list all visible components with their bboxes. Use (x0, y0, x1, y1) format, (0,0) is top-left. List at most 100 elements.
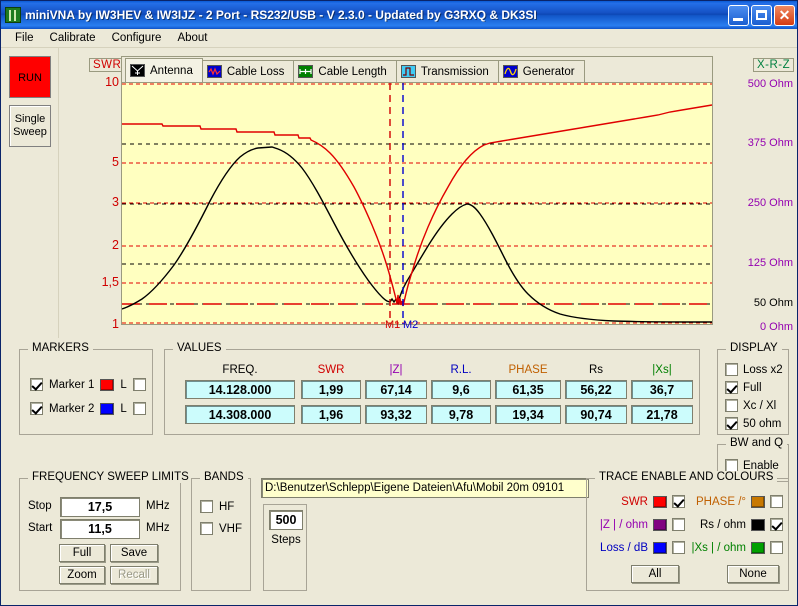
trace-phase-swatch[interactable] (751, 495, 765, 508)
value-freq-2: 14.308.000 (185, 405, 295, 424)
bands-hf-checkbox[interactable] (200, 500, 213, 513)
left-tick-2: 2 (112, 238, 119, 252)
minivna-window: miniVNA by IW3HEV & IW3IJZ - 2 Port - RS… (0, 0, 798, 606)
values-header-rl: R.L. (450, 364, 472, 376)
value-z-2: 93,32 (365, 405, 427, 424)
left-toolbar: RUN Single Sweep (1, 48, 59, 338)
trace-row-loss: Loss / dB (595, 541, 685, 554)
single-sweep-button[interactable]: Single Sweep (9, 105, 51, 147)
right-tick-0: 0 Ohm (759, 321, 793, 333)
values-header-z: |Z| (389, 364, 403, 376)
value-phase-1: 61,35 (495, 380, 561, 399)
trace-swr-checkbox[interactable] (672, 495, 685, 508)
value-freq-1: 14.128.000 (185, 380, 295, 399)
trace-swr-swatch[interactable] (653, 495, 667, 508)
start-input[interactable]: 11,5 (60, 519, 140, 539)
value-rs-2: 90,74 (565, 405, 627, 424)
display-50-ohm-label: 50 ohm (743, 417, 782, 430)
steps-panel: 500 Steps (263, 504, 307, 591)
display-xc-xl-label: Xc / Xl (743, 399, 777, 412)
trace-rs-swatch[interactable] (751, 518, 765, 531)
marker-row-2: Marker 2 L (30, 402, 146, 415)
value-z-1: 67,14 (365, 380, 427, 399)
left-tick-5: 5 (112, 155, 119, 169)
stop-unit: MHz (146, 500, 170, 512)
marker2-label: M2 (403, 319, 419, 331)
left-tick-3: 3 (112, 195, 119, 209)
window-title: miniVNA by IW3HEV & IW3IJZ - 2 Port - RS… (25, 8, 537, 22)
tab-cable-length[interactable]: Cable Length (293, 60, 397, 82)
full-button[interactable]: Full (59, 544, 105, 562)
marker1-label: M1 (385, 319, 401, 331)
trace-rs-checkbox[interactable] (770, 518, 783, 531)
zoom-button[interactable]: Zoom (59, 566, 105, 584)
trace-xs-swatch[interactable] (751, 541, 765, 554)
value-rs-1: 56,22 (565, 380, 627, 399)
left-tick-1-5: 1,5 (101, 275, 119, 289)
file-path-field[interactable]: D:\Benutzer\Schlepp\Eigene Dateien\Afu\M… (261, 478, 589, 498)
trace-row-swr: SWR (595, 495, 685, 508)
trace-all-button[interactable]: All (631, 565, 679, 583)
tab-transmission[interactable]: Transmission (395, 60, 499, 82)
marker1-l-label: L (120, 378, 127, 391)
trace-none-button[interactable]: None (727, 565, 779, 583)
right-tick-50: 50 Ohm (753, 297, 793, 309)
marker2-checkbox[interactable] (30, 402, 43, 415)
sweep-legend: FREQUENCY SWEEP LIMITS (28, 471, 193, 483)
app-icon (5, 7, 21, 23)
marker2-l-checkbox[interactable] (132, 402, 146, 415)
bands-panel: BANDS HF VHF (191, 471, 251, 591)
right-tick-250: 250 Ohm (747, 197, 793, 209)
trace-xs-checkbox[interactable] (770, 541, 783, 554)
marker2-color-swatch[interactable] (100, 402, 115, 415)
menu-item-file[interactable]: File (7, 31, 42, 45)
marker2-l-label: L (120, 402, 127, 415)
menu-item-about[interactable]: About (169, 31, 215, 45)
waveform-icon (206, 65, 222, 78)
display-loss-x2-checkbox[interactable] (725, 363, 738, 376)
trace-row-phase: PHASE /° (687, 495, 783, 508)
save-button[interactable]: Save (110, 544, 158, 562)
values-header-swr: SWR (317, 364, 345, 376)
values-header-rs: Rs (588, 364, 604, 376)
tab-cable-loss[interactable]: Cable Loss (201, 60, 295, 82)
values-header-freq: FREQ. (222, 364, 258, 376)
run-button[interactable]: RUN (9, 56, 51, 98)
display-full-checkbox[interactable] (725, 381, 738, 394)
tab-transmission-label: Transmission (420, 65, 489, 78)
value-xs-1: 36,7 (631, 380, 693, 399)
bands-vhf-checkbox[interactable] (200, 522, 213, 535)
trace-phase-checkbox[interactable] (770, 495, 783, 508)
trace-loss-checkbox[interactable] (672, 541, 685, 554)
pulse-icon (400, 65, 416, 78)
values-header-phase: PHASE (508, 364, 548, 376)
trace-loss-swatch[interactable] (653, 541, 667, 554)
single-sweep-line2: Sweep (13, 126, 47, 138)
value-rl-2: 9,78 (431, 405, 491, 424)
marker1-color-swatch[interactable] (100, 378, 115, 391)
stop-input[interactable]: 17,5 (60, 497, 140, 517)
tab-antenna[interactable]: Antenna (125, 58, 203, 82)
bands-hf-label: HF (219, 500, 235, 513)
tab-cable-loss-label: Cable Loss (226, 65, 285, 78)
marker1-checkbox[interactable] (30, 378, 43, 391)
sweep-plot[interactable] (121, 82, 713, 325)
value-xs-2: 21,78 (631, 405, 693, 424)
tab-cable-length-label: Cable Length (318, 65, 387, 78)
trace-z-checkbox[interactable] (672, 518, 685, 531)
markers-panel: MARKERS Marker 1 L Marker 2 L (19, 342, 153, 435)
steps-input[interactable]: 500 (269, 510, 303, 530)
display-loss-x2-label: Loss x2 (743, 363, 783, 376)
right-tick-125: 125 Ohm (747, 257, 793, 269)
marker1-l-checkbox[interactable] (132, 378, 146, 391)
sine-icon (502, 65, 518, 78)
value-swr-2: 1,96 (301, 405, 361, 424)
display-50-ohm-checkbox[interactable] (725, 417, 738, 430)
trace-z-swatch[interactable] (653, 518, 667, 531)
tab-generator[interactable]: Generator (497, 60, 585, 82)
display-xc-xl-checkbox[interactable] (725, 399, 738, 412)
start-label: Start (28, 522, 53, 534)
frequency-sweep-panel: FREQUENCY SWEEP LIMITS Stop 17,5 MHz Sta… (19, 471, 193, 591)
antenna-icon (130, 64, 145, 77)
trace-phase-label: PHASE /° (696, 495, 746, 508)
